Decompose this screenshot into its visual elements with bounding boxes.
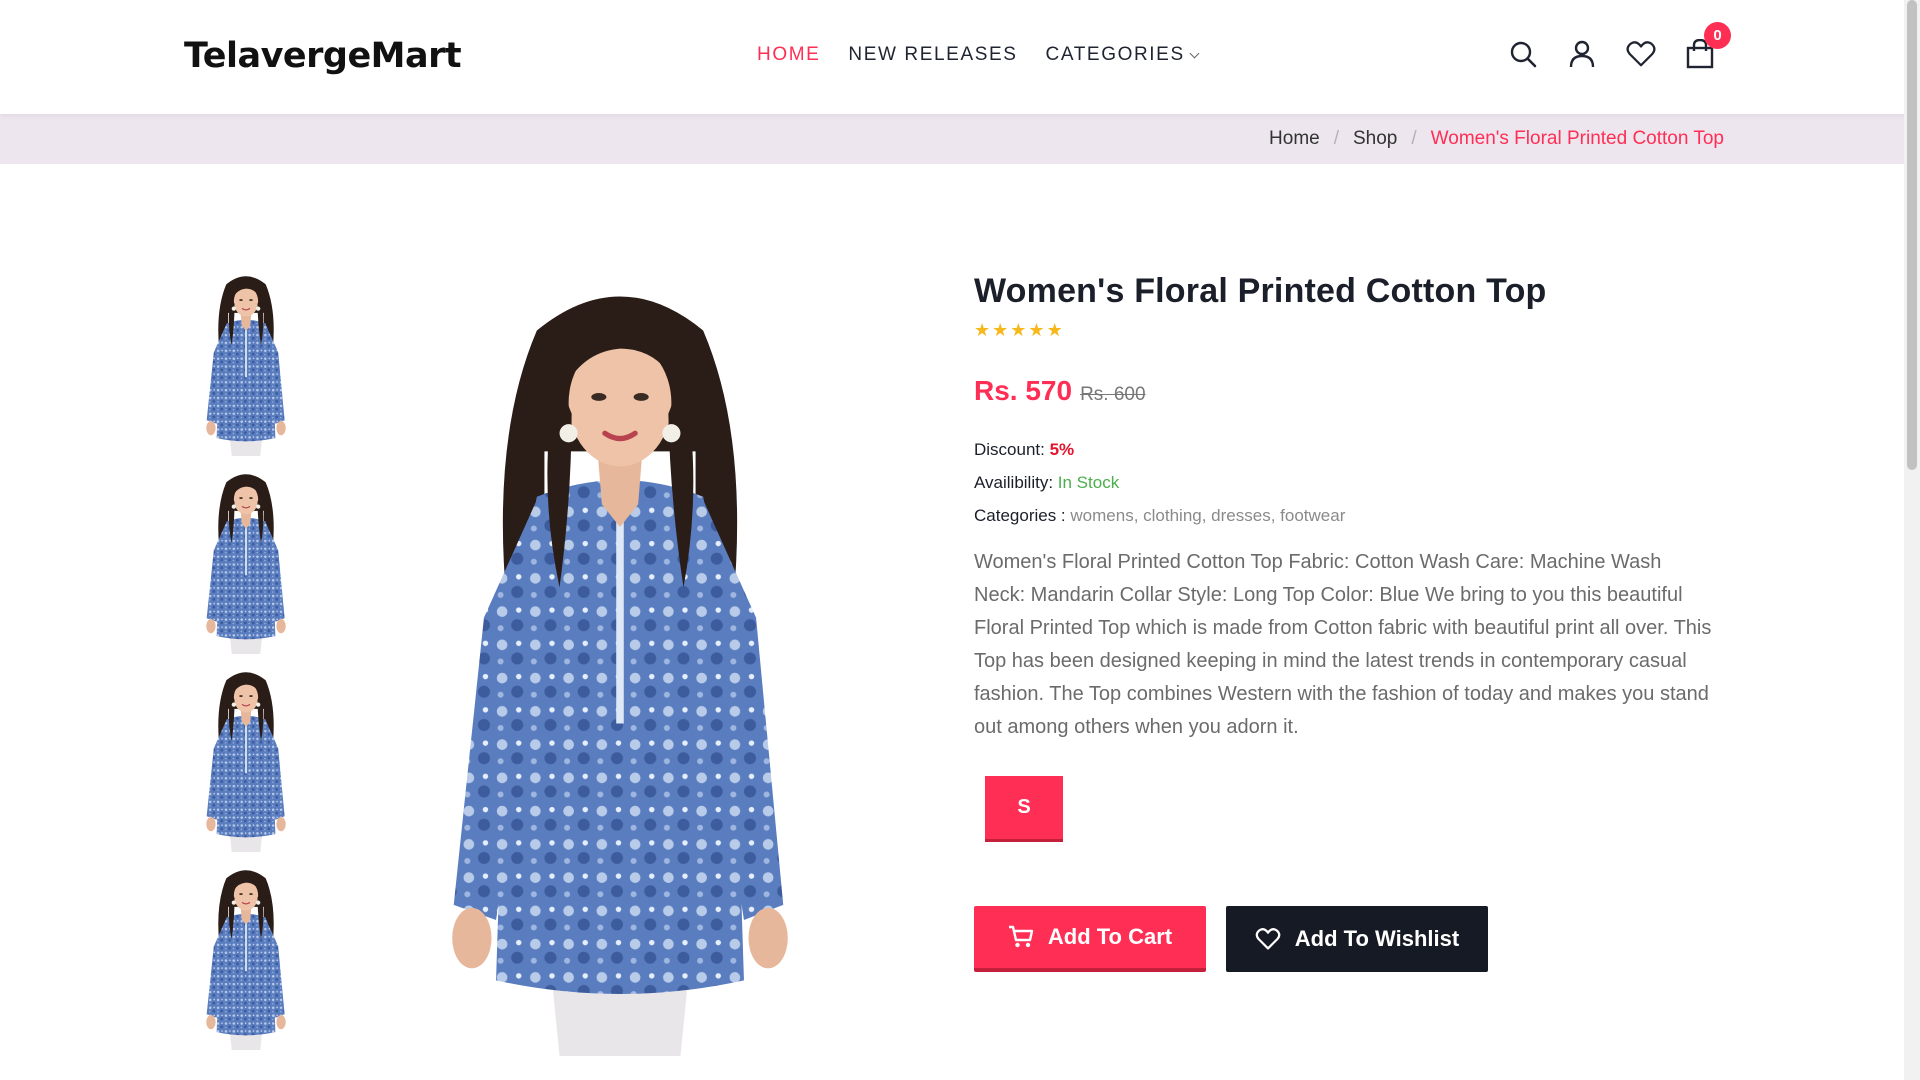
scrollbar-thumb[interactable] (1907, 0, 1917, 470)
availability-row: Availibility: In Stock (974, 466, 1714, 499)
categories-value: womens, clothing, dresses, footwear (1070, 506, 1346, 525)
nav-item-new-releases[interactable]: NEW RELEASES (848, 44, 1017, 66)
heart-icon (1626, 41, 1656, 67)
product-thumbnail-image (196, 270, 296, 456)
nav-item-home[interactable]: HOME (757, 44, 820, 66)
user-icon (1569, 40, 1595, 68)
product-thumbnail[interactable] (196, 666, 296, 852)
add-to-wishlist-button[interactable]: Add To Wishlist (1226, 906, 1488, 972)
page-scrollbar[interactable] (1904, 0, 1920, 1080)
thumbnail-list (196, 270, 296, 1050)
product-details: Women's Floral Printed Cotton Top ★ ★ ★ … (974, 272, 1714, 972)
product-thumbnail-image (196, 468, 296, 654)
breadcrumb-home-link[interactable]: Home (1269, 128, 1320, 150)
categories-row: Categories : womens, clothing, dresses, … (974, 499, 1714, 532)
cart-count-badge: 0 (1704, 22, 1731, 49)
site-logo[interactable]: TelavergeMart (184, 36, 462, 76)
star-icon: ★ (1028, 320, 1045, 340)
breadcrumb-current: Women's Floral Printed Cotton Top (1430, 128, 1724, 149)
main-nav: HOME NEW RELEASES CATEGORIES (757, 44, 1200, 66)
nav-item-label: CATEGORIES (1045, 44, 1185, 65)
size-option-s[interactable]: S (985, 776, 1063, 842)
discount-value: 5% (1049, 440, 1075, 459)
product-main-image[interactable] (395, 270, 845, 1056)
cart-icon (1008, 925, 1034, 948)
add-to-cart-button[interactable]: Add To Cart (974, 906, 1206, 972)
nav-item-label: HOME (757, 44, 821, 65)
breadcrumb: Home / Shop / Women's Floral Printed Cot… (1269, 128, 1724, 150)
price-row: Rs. 570 Rs. 600 (974, 375, 1714, 407)
add-to-wishlist-label: Add To Wishlist (1294, 926, 1460, 951)
availability-value: In Stock (1057, 473, 1120, 492)
product-thumbnail-image (196, 666, 296, 852)
add-to-cart-label: Add To Cart (1047, 924, 1173, 949)
product-price: Rs. 570 (974, 375, 1073, 406)
wishlist-button[interactable] (1626, 38, 1656, 70)
discount-row: Discount: 5% (974, 433, 1714, 466)
heart-icon (1255, 928, 1281, 950)
cart-button[interactable]: 0 (1685, 22, 1731, 70)
breadcrumb-shop-link[interactable]: Shop (1353, 128, 1397, 150)
account-button[interactable] (1567, 38, 1597, 70)
size-option-label: S (1017, 796, 1031, 818)
product-old-price: Rs. 600 (1080, 384, 1146, 405)
search-icon (1510, 41, 1537, 68)
nav-item-label: NEW RELEASES (848, 44, 1018, 65)
discount-label: Discount: (974, 440, 1050, 459)
availability-label: Availibility: (974, 473, 1058, 492)
header-actions: 0 (1508, 22, 1731, 70)
product-meta: Discount: 5% Availibility: In Stock Cate… (974, 433, 1714, 532)
product-thumbnail[interactable] (196, 864, 296, 1050)
nav-item-categories[interactable]: CATEGORIES (1045, 44, 1200, 66)
product-thumbnail-image (196, 864, 296, 1050)
product-rating: ★ ★ ★ ★ ★ (974, 321, 1714, 339)
site-header: TelavergeMart HOME NEW RELEASES CATEGORI… (0, 0, 1920, 114)
product-photo (395, 270, 845, 1056)
categories-label: Categories : (974, 506, 1071, 525)
star-icon: ★ (1010, 320, 1027, 340)
breadcrumb-separator: / (1333, 128, 1339, 149)
breadcrumb-separator: / (1411, 128, 1417, 149)
search-button[interactable] (1508, 38, 1538, 70)
product-actions: Add To Cart Add To Wishlist (974, 906, 1714, 972)
product-description: Women's Floral Printed Cotton Top Fabric… (974, 551, 1712, 738)
star-icon: ★ (974, 320, 991, 340)
chevron-down-icon (1189, 48, 1200, 58)
product-thumbnail[interactable] (196, 468, 296, 654)
breadcrumb-bar: Home / Shop / Women's Floral Printed Cot… (0, 114, 1920, 164)
star-icon: ★ (1046, 320, 1063, 340)
star-icon: ★ (992, 320, 1009, 340)
product-title: Women's Floral Printed Cotton Top (974, 272, 1547, 310)
product-thumbnail[interactable] (196, 270, 296, 456)
